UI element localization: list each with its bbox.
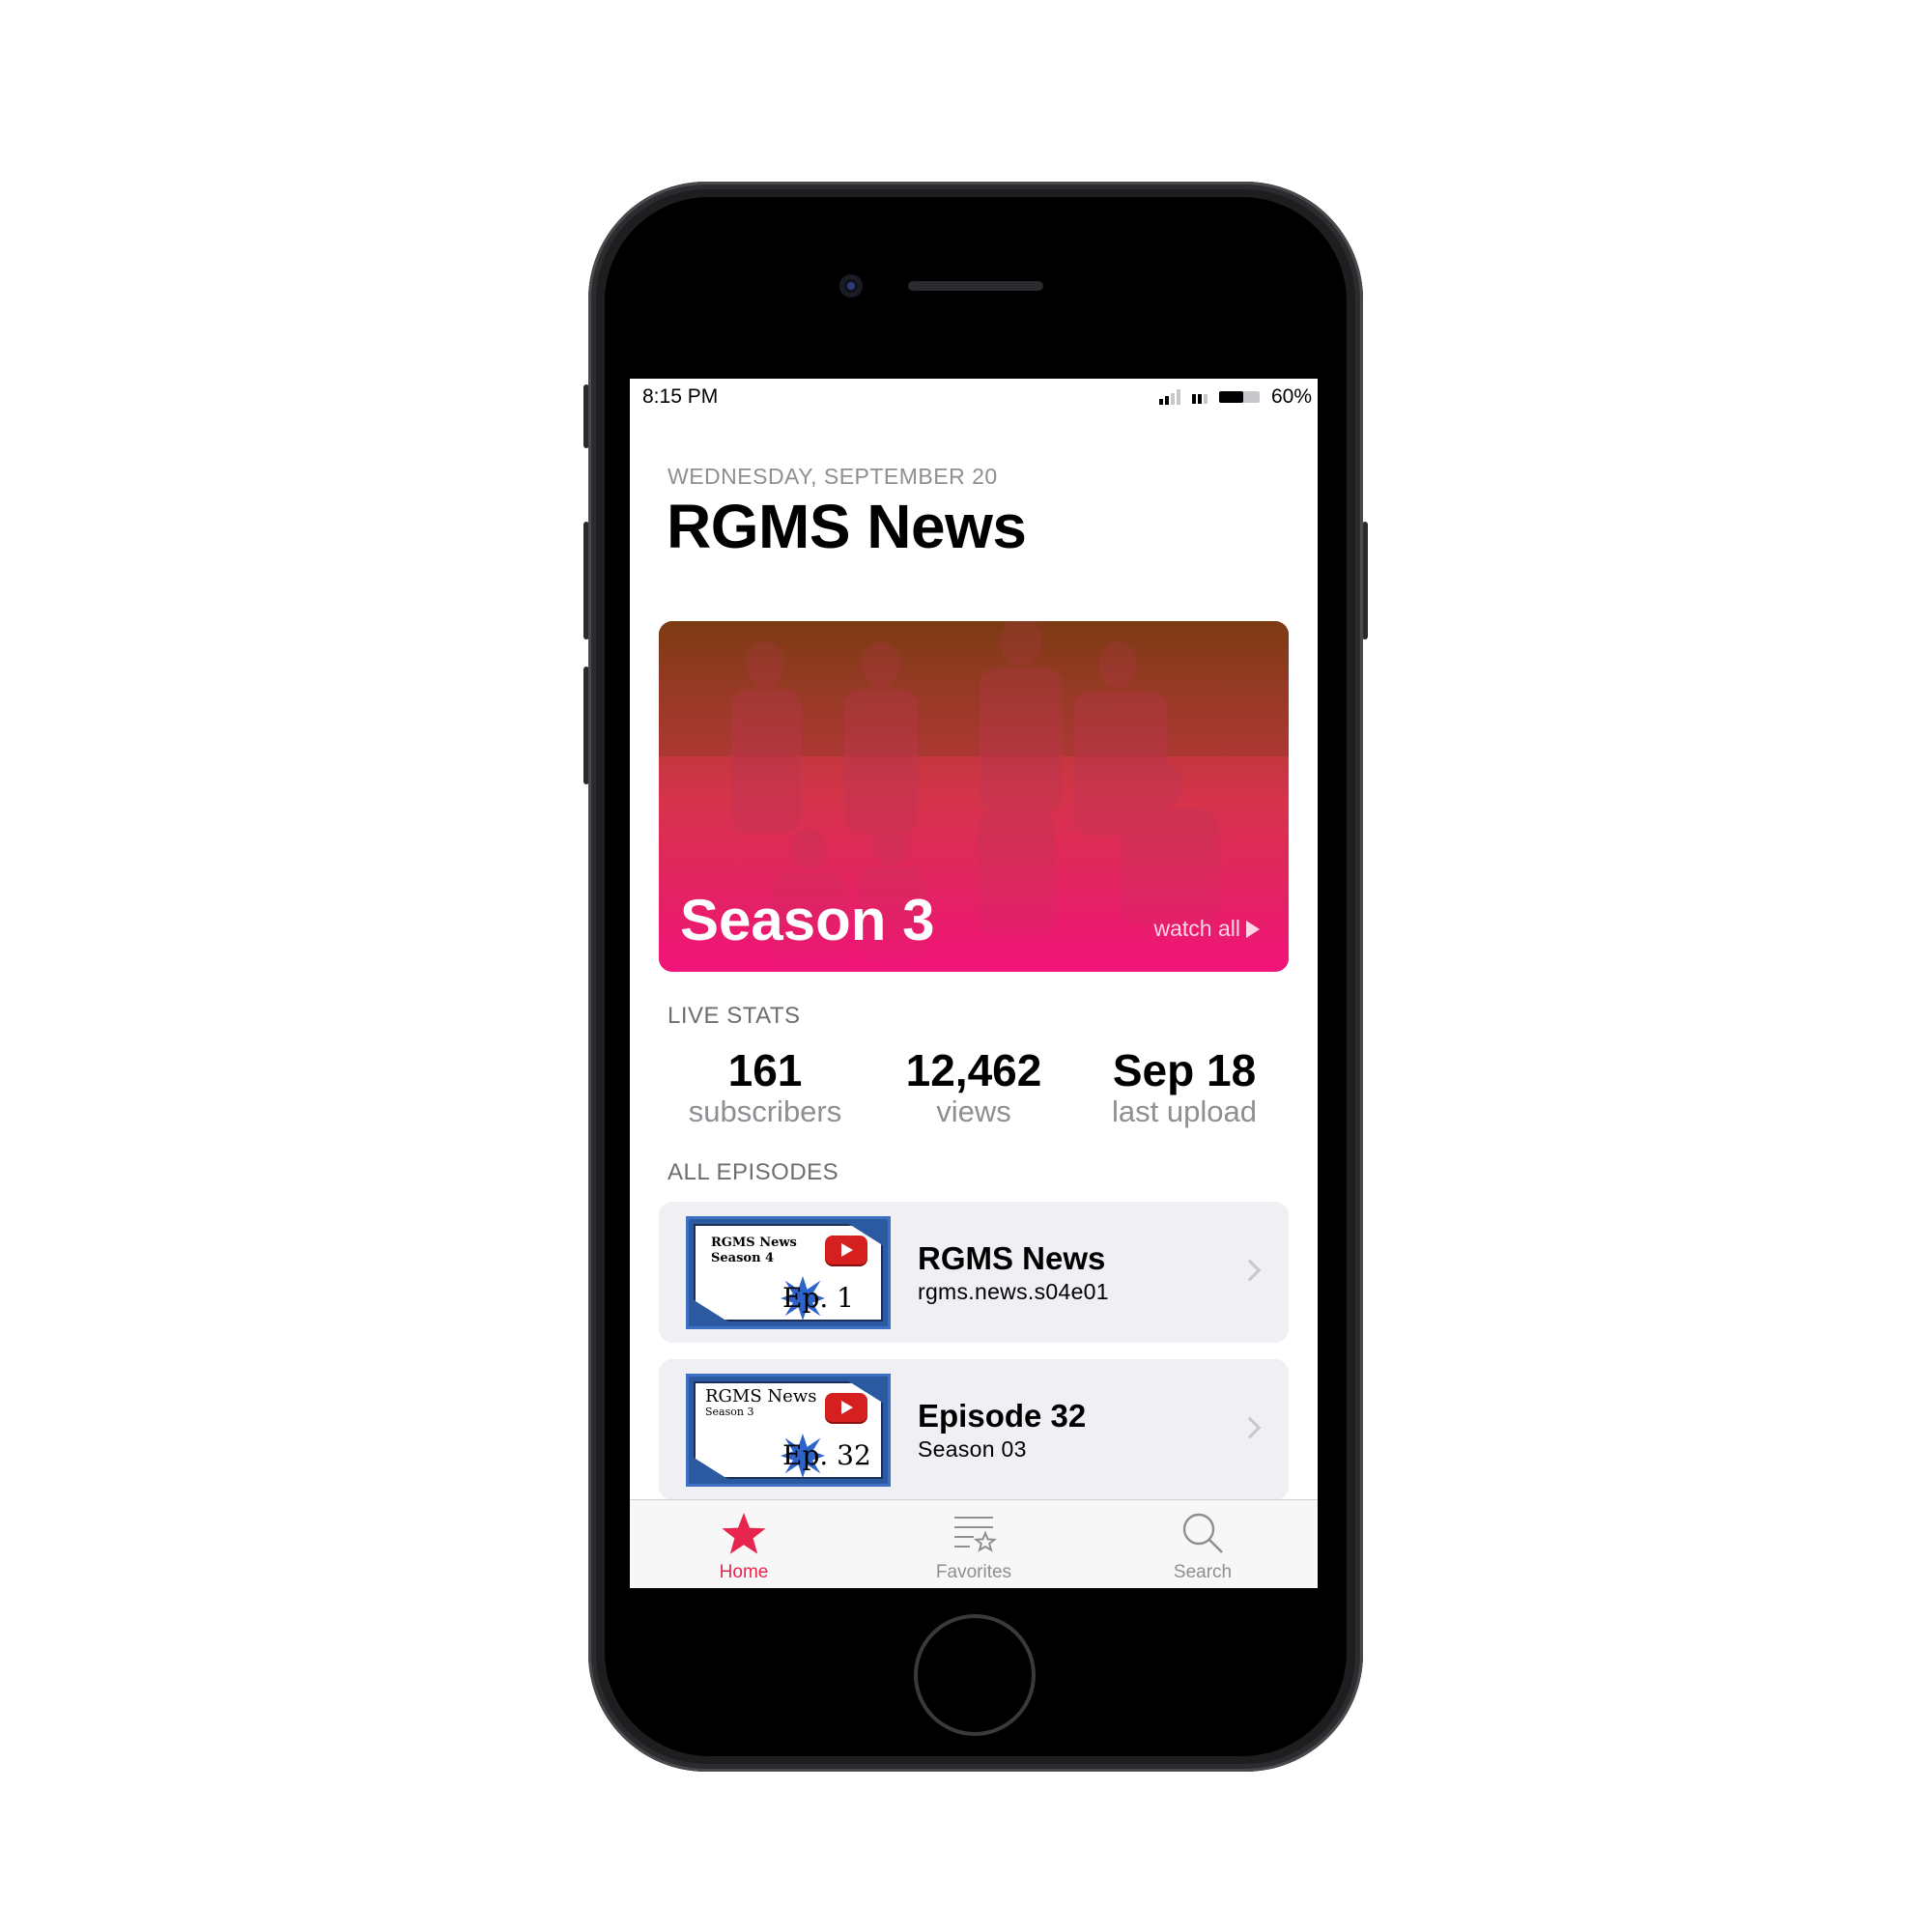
tab-label: Home bbox=[719, 1562, 769, 1582]
episode-subtitle: rgms.news.s04e01 bbox=[918, 1279, 1109, 1304]
thumb-season: Season 4 bbox=[711, 1251, 775, 1265]
stat-views: 12,462 views bbox=[867, 1045, 1080, 1128]
live-stats: 161 subscribers 12,462 views Sep 18 last… bbox=[630, 1045, 1318, 1132]
tab-bar: Home Favorites Search bbox=[630, 1499, 1318, 1588]
home-button[interactable] bbox=[914, 1614, 1036, 1736]
episode-row[interactable]: RGMS News Season 4 Ep. 1 RGMS News rgms.… bbox=[659, 1202, 1289, 1343]
youtube-play-icon bbox=[825, 1236, 867, 1264]
tab-label: Search bbox=[1173, 1562, 1233, 1582]
battery-percent: 60% bbox=[1270, 385, 1312, 408]
stat-value: 12,462 bbox=[905, 1045, 1042, 1095]
star-icon bbox=[722, 1513, 766, 1554]
tab-favorites[interactable]: Favorites bbox=[877, 1500, 1070, 1588]
episode-subtitle: Season 03 bbox=[918, 1436, 1027, 1462]
episode-thumbnail: RGMS News Season 4 Ep. 1 bbox=[686, 1216, 891, 1329]
thumb-title: RGMS News bbox=[705, 1386, 817, 1406]
stat-caption: subscribers bbox=[688, 1094, 842, 1128]
status-bar: 8:15 PM 60% bbox=[630, 379, 1318, 417]
front-camera bbox=[839, 274, 863, 298]
app-screen: 8:15 PM 60% WEDNESDAY, SEPTEMBER 20 RGMS… bbox=[630, 379, 1318, 1588]
cell-signal-icon bbox=[1158, 389, 1180, 405]
play-icon bbox=[1246, 920, 1260, 938]
stat-caption: views bbox=[936, 1094, 1011, 1128]
chevron-right-icon bbox=[1238, 1416, 1262, 1439]
youtube-play-icon bbox=[825, 1393, 867, 1422]
episode-thumbnail: RGMS News Season 3 Ep. 32 bbox=[686, 1374, 891, 1487]
status-indicators: 60% bbox=[1158, 385, 1312, 409]
search-icon bbox=[1182, 1513, 1223, 1553]
battery-icon bbox=[1218, 391, 1260, 403]
tab-search[interactable]: Search bbox=[1106, 1500, 1299, 1588]
stat-caption: last upload bbox=[1112, 1094, 1257, 1128]
live-stats-label: LIVE STATS bbox=[668, 1003, 801, 1029]
episode-title: RGMS News bbox=[918, 1240, 1106, 1276]
season-hero-card[interactable]: Season 3 watch all bbox=[659, 621, 1289, 972]
thumb-episode-number: Ep. 1 bbox=[782, 1282, 854, 1314]
stat-subscribers: 161 subscribers bbox=[659, 1045, 871, 1128]
tab-home[interactable]: Home bbox=[647, 1500, 840, 1588]
status-time: 8:15 PM bbox=[642, 385, 719, 408]
thumb-title: RGMS News bbox=[711, 1236, 797, 1250]
hero-title: Season 3 bbox=[680, 888, 935, 952]
thumb-episode-number: Ep. 32 bbox=[782, 1439, 871, 1471]
stat-last-upload: Sep 18 last upload bbox=[1078, 1045, 1291, 1128]
thumb-season: Season 3 bbox=[705, 1406, 754, 1418]
page-title: RGMS News bbox=[667, 492, 1027, 561]
stat-value: Sep 18 bbox=[1112, 1045, 1257, 1095]
chevron-right-icon bbox=[1238, 1259, 1262, 1282]
episode-title: Episode 32 bbox=[918, 1398, 1087, 1434]
tab-label: Favorites bbox=[935, 1562, 1012, 1582]
watch-all-link[interactable]: watch all bbox=[1154, 916, 1260, 942]
episode-row[interactable]: RGMS News Season 3 Ep. 32 Episode 32 Sea… bbox=[659, 1359, 1289, 1500]
wifi-icon bbox=[1191, 390, 1208, 404]
date-label: WEDNESDAY, SEPTEMBER 20 bbox=[668, 464, 998, 489]
favorites-list-icon bbox=[954, 1517, 997, 1552]
all-episodes-label: ALL EPISODES bbox=[668, 1159, 839, 1185]
earpiece-speaker bbox=[908, 281, 1043, 291]
stat-value: 161 bbox=[727, 1045, 803, 1095]
watch-all-label: watch all bbox=[1153, 916, 1240, 941]
